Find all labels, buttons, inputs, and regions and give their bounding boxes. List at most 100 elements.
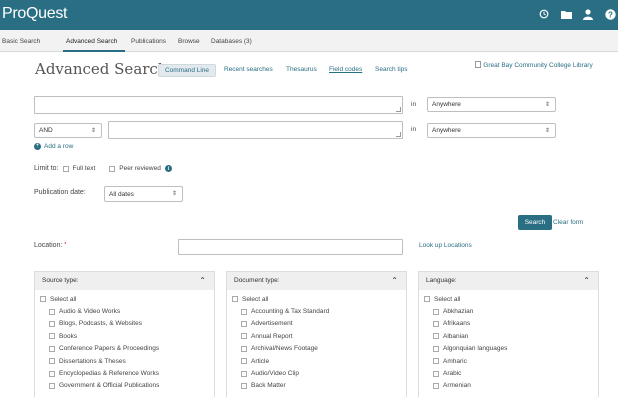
list-item[interactable]: Article (227, 355, 406, 367)
checkbox[interactable] (49, 320, 55, 327)
checkbox[interactable] (241, 382, 247, 389)
select-all-checkbox[interactable] (40, 296, 46, 303)
search-field-select-1[interactable]: Anywhere ⇕ (427, 97, 556, 112)
language-title: Language: (426, 277, 457, 284)
user-icon[interactable] (582, 7, 594, 21)
checkbox[interactable] (241, 320, 247, 327)
collapse-chevron-icon[interactable]: ⌃ (199, 272, 206, 290)
peer-reviewed-checkbox[interactable] (109, 165, 116, 172)
checkbox[interactable] (433, 308, 439, 315)
list-item[interactable]: Government & Official Publications (35, 380, 214, 392)
publication-date-select[interactable]: All dates ⇕ (104, 186, 183, 202)
library-logo-icon (475, 61, 482, 68)
list-item[interactable]: Audio/Video Clip (227, 367, 406, 379)
boolean-operator-select[interactable]: AND ⇕ (34, 123, 102, 138)
peer-reviewed-label: Peer reviewed (119, 165, 161, 172)
checkbox[interactable] (49, 358, 55, 365)
checkbox[interactable] (241, 308, 247, 315)
recent-searches-link[interactable]: Recent searches (224, 66, 273, 73)
nav-browse[interactable]: Browse (178, 38, 200, 45)
checkbox[interactable] (433, 333, 439, 340)
list-item[interactable]: Abkhazian (419, 305, 598, 317)
list-item[interactable]: Albanian (419, 330, 598, 342)
list-item-label: Conference Papers & Proceedings (59, 345, 160, 353)
search-button[interactable]: Search (518, 215, 552, 230)
nav-databases[interactable]: Databases (3) (211, 38, 252, 45)
list-item[interactable]: Arabic (419, 367, 598, 379)
select-all-label: Select all (50, 295, 77, 303)
limit-to-label: Limit to: (34, 165, 59, 172)
limit-to-row: Limit to: Full text Peer reviewed i (34, 165, 172, 172)
look-up-locations-link[interactable]: Look up Locations (419, 242, 472, 249)
checkbox[interactable] (241, 333, 247, 340)
list-item[interactable]: Select all (419, 293, 598, 305)
proquest-logo[interactable]: ProQuest (2, 5, 67, 23)
search-term-input-1[interactable] (34, 96, 403, 114)
document-type-panel: Document type: ⌃ Select all Accounting &… (226, 271, 407, 397)
list-item[interactable]: Amharic (419, 355, 598, 367)
list-item-label: Audio & Video Works (59, 308, 121, 316)
list-item[interactable]: Algonquian languages (419, 343, 598, 355)
nav-basic-search[interactable]: Basic Search (2, 38, 40, 45)
list-item[interactable]: Annual Report (227, 330, 406, 342)
checkbox[interactable] (49, 382, 55, 389)
info-icon[interactable]: i (164, 165, 172, 172)
library-link[interactable]: Great Bay Community College Library (472, 61, 596, 70)
add-row-link[interactable]: + Add a row (34, 143, 73, 150)
resize-grip-icon[interactable] (396, 107, 401, 112)
resize-grip-icon[interactable] (396, 132, 401, 137)
checkbox[interactable] (241, 370, 247, 377)
clear-form-link[interactable]: Clear form (553, 219, 583, 226)
checkbox[interactable] (433, 382, 439, 389)
full-text-checkbox[interactable] (62, 165, 69, 172)
history-icon[interactable] (538, 7, 550, 21)
list-item[interactable]: Encyclopedias & Reference Works (35, 367, 214, 379)
list-item[interactable]: Books (35, 330, 214, 342)
list-item[interactable]: Archival/News Footage (227, 343, 406, 355)
document-type-header[interactable]: Document type: ⌃ (227, 272, 406, 290)
list-item[interactable]: Back Matter (227, 380, 406, 392)
list-item[interactable]: Afrikaans (419, 318, 598, 330)
checkbox[interactable] (241, 358, 247, 365)
list-item[interactable]: Conference Papers & Proceedings (35, 343, 214, 355)
search-field-select-2[interactable]: Anywhere ⇕ (427, 123, 556, 138)
nav-advanced-search[interactable]: Advanced Search (66, 38, 117, 45)
checkbox[interactable] (433, 358, 439, 365)
checkbox[interactable] (433, 320, 439, 327)
list-item[interactable]: Audio & Video Works (35, 305, 214, 317)
select-all-checkbox[interactable] (424, 296, 430, 303)
list-item[interactable]: Accounting & Tax Standard (227, 305, 406, 317)
location-input[interactable] (178, 239, 403, 255)
publication-date-label: Publication date: (34, 189, 86, 196)
search-term-input-2[interactable] (108, 121, 403, 139)
list-item[interactable]: Blogs, Podcasts, & Websites (35, 318, 214, 330)
thesaurus-link[interactable]: Thesaurus (286, 66, 317, 73)
collapse-chevron-icon[interactable]: ⌃ (391, 272, 398, 290)
list-item[interactable]: Advertisement (227, 318, 406, 330)
help-icon[interactable]: ? (604, 7, 616, 21)
list-item[interactable]: Dissertations & Theses (35, 355, 214, 367)
checkbox[interactable] (49, 333, 55, 340)
source-type-header[interactable]: Source type: ⌃ (35, 272, 214, 290)
checkbox[interactable] (49, 345, 55, 352)
list-item-label: Arabic (443, 370, 462, 378)
folder-icon[interactable] (560, 7, 572, 21)
language-header[interactable]: Language: ⌃ (419, 272, 598, 290)
list-item[interactable]: Armenian (419, 380, 598, 392)
search-tips-link[interactable]: Search tips (375, 66, 408, 73)
checkbox[interactable] (433, 345, 439, 352)
checkbox[interactable] (433, 370, 439, 377)
list-item[interactable]: Select all (227, 293, 406, 305)
required-mark: * (64, 242, 67, 248)
collapse-chevron-icon[interactable]: ⌃ (583, 272, 590, 290)
in-label-2: in (411, 126, 417, 133)
checkbox[interactable] (49, 370, 55, 377)
list-item[interactable]: Select all (35, 293, 214, 305)
select-all-checkbox[interactable] (232, 296, 238, 303)
field-codes-link[interactable]: Field codes (329, 66, 362, 73)
checkbox[interactable] (241, 345, 247, 352)
nav-publications[interactable]: Publications (131, 38, 166, 45)
command-line-button[interactable]: Command Line (158, 64, 216, 77)
checkbox[interactable] (49, 308, 55, 315)
select-caret-icon: ⇕ (544, 102, 550, 108)
